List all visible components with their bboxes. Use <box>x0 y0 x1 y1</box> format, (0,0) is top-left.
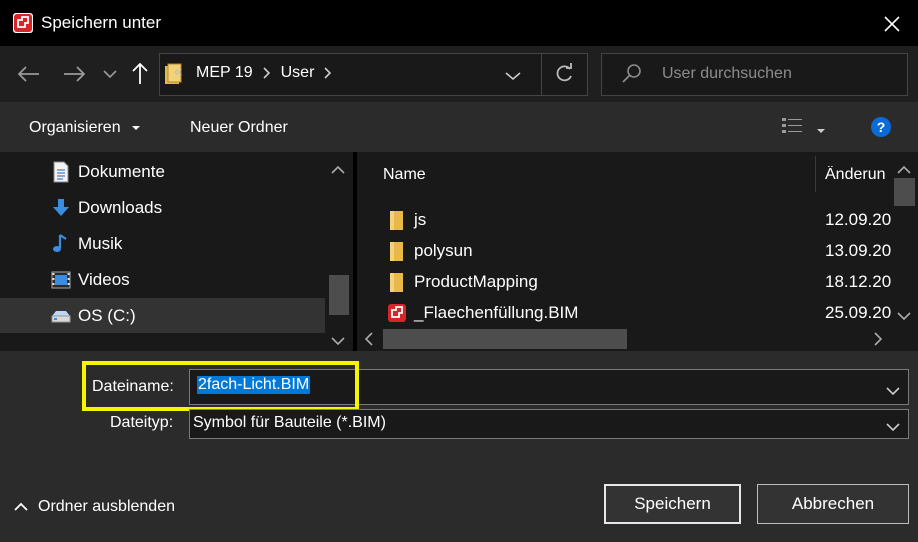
chevron-down-icon <box>103 70 117 79</box>
filetype-value: Symbol für Bauteile (*.BIM) <box>193 414 386 431</box>
scrollbar-thumb[interactable] <box>894 178 915 206</box>
folder-icon <box>387 240 405 262</box>
help-button[interactable]: ? <box>870 116 892 143</box>
chevron-down-icon <box>886 387 900 396</box>
video-icon <box>50 269 72 291</box>
file-row-polysun[interactable]: polysun 13.09.20 <box>357 236 891 267</box>
hide-folders-label: Ordner ausblenden <box>38 498 175 515</box>
tree-item-label: Musik <box>78 233 123 253</box>
file-date: 25.09.20 <box>825 303 892 322</box>
arrow-left-icon <box>18 66 39 82</box>
scroll-down-icon[interactable] <box>331 333 345 351</box>
chevron-down-icon <box>505 72 521 81</box>
document-icon <box>50 161 72 183</box>
caret-down-icon <box>132 126 141 130</box>
file-row-productmapping[interactable]: ProductMapping 18.12.20 <box>357 267 891 298</box>
address-dropdown-button[interactable] <box>505 68 521 86</box>
save-button[interactable]: Speichern <box>604 484 741 524</box>
scroll-down-icon[interactable] <box>897 308 911 326</box>
filetype-label: Dateityp: <box>110 414 174 431</box>
bim-file-icon <box>387 302 406 324</box>
hide-folders-button[interactable]: Ordner ausblenden <box>14 498 175 516</box>
close-icon <box>884 16 900 32</box>
arrow-right-icon <box>64 66 85 82</box>
new-folder-button[interactable]: Neuer Ordner <box>190 119 288 137</box>
scrollbar-thumb[interactable] <box>383 329 627 349</box>
highlight-box <box>82 361 359 411</box>
music-icon <box>50 233 72 255</box>
file-name: js <box>414 210 427 229</box>
file-name: _Flaechenfüllung.BIM <box>414 303 579 322</box>
tree-item-label: Videos <box>78 269 130 289</box>
help-icon: ? <box>871 117 891 137</box>
scroll-up-icon[interactable] <box>331 162 345 180</box>
file-date: 18.12.20 <box>825 272 892 291</box>
folder-icon <box>387 209 405 231</box>
tree-item-label: Downloads <box>78 197 163 217</box>
organize-label: Organisieren <box>29 119 121 136</box>
search-input[interactable]: User durchsuchen <box>662 65 792 83</box>
breadcrumb-item-user[interactable]: User <box>281 64 315 82</box>
file-name: ProductMapping <box>414 272 538 291</box>
download-icon <box>50 197 72 219</box>
scroll-right-icon[interactable] <box>873 332 883 351</box>
chevron-right-icon <box>263 67 270 79</box>
file-row-js[interactable]: js 12.09.20 <box>357 205 891 236</box>
refresh-icon <box>556 63 572 82</box>
scrollbar-thumb[interactable] <box>329 275 349 315</box>
search-icon <box>621 63 643 90</box>
chevron-right-icon <box>324 67 332 79</box>
column-header-name[interactable]: Name <box>383 166 426 184</box>
cancel-button[interactable]: Abbrechen <box>757 484 909 524</box>
up-button[interactable] <box>125 59 155 89</box>
file-date: 13.09.20 <box>825 241 892 260</box>
caret-down-icon <box>817 129 825 133</box>
recent-locations-button[interactable] <box>95 59 125 89</box>
scroll-left-icon[interactable] <box>364 332 374 351</box>
tree-item-dokumente[interactable]: Dokumente <box>0 154 325 189</box>
window-title: Speichern unter <box>41 13 162 32</box>
navigation-pane-scrollbar[interactable] <box>325 152 353 351</box>
svg-text:?: ? <box>877 119 886 135</box>
chevron-down-icon <box>886 423 900 432</box>
breadcrumb: MEP 19 User <box>196 64 332 82</box>
breadcrumb-overflow[interactable]: « <box>174 63 182 80</box>
file-date: 12.09.20 <box>825 210 892 229</box>
tree-item-label: OS (C:) <box>78 305 136 325</box>
breadcrumb-item-mep19[interactable]: MEP 19 <box>196 64 253 82</box>
close-button[interactable] <box>872 8 912 40</box>
tree-item-os-c[interactable]: OS (C:) <box>0 298 325 333</box>
arrow-up-icon <box>132 63 148 84</box>
app-icon <box>13 13 33 33</box>
chevron-up-icon <box>14 502 28 511</box>
filename-dropdown-button[interactable] <box>886 383 900 401</box>
view-options-button[interactable] <box>781 116 805 141</box>
forward-button[interactable] <box>59 59 89 89</box>
details-view-icon <box>782 118 802 133</box>
divider <box>541 53 542 96</box>
file-name: polysun <box>414 241 473 260</box>
tree-item-downloads[interactable]: Downloads <box>0 190 325 225</box>
organize-button[interactable]: Organisieren <box>29 119 141 137</box>
column-divider[interactable] <box>815 156 816 192</box>
drive-icon <box>50 305 72 327</box>
tree-item-videos[interactable]: Videos <box>0 262 325 297</box>
back-button[interactable] <box>14 59 44 89</box>
folder-icon <box>387 271 405 293</box>
filetype-dropdown-button[interactable] <box>886 419 900 437</box>
view-dropdown-button[interactable] <box>816 122 826 140</box>
refresh-button[interactable] <box>553 63 575 90</box>
tree-item-musik[interactable]: Musik <box>0 226 325 261</box>
tree-item-label: Dokumente <box>78 161 165 181</box>
column-header-date[interactable]: Änderun <box>825 166 891 184</box>
